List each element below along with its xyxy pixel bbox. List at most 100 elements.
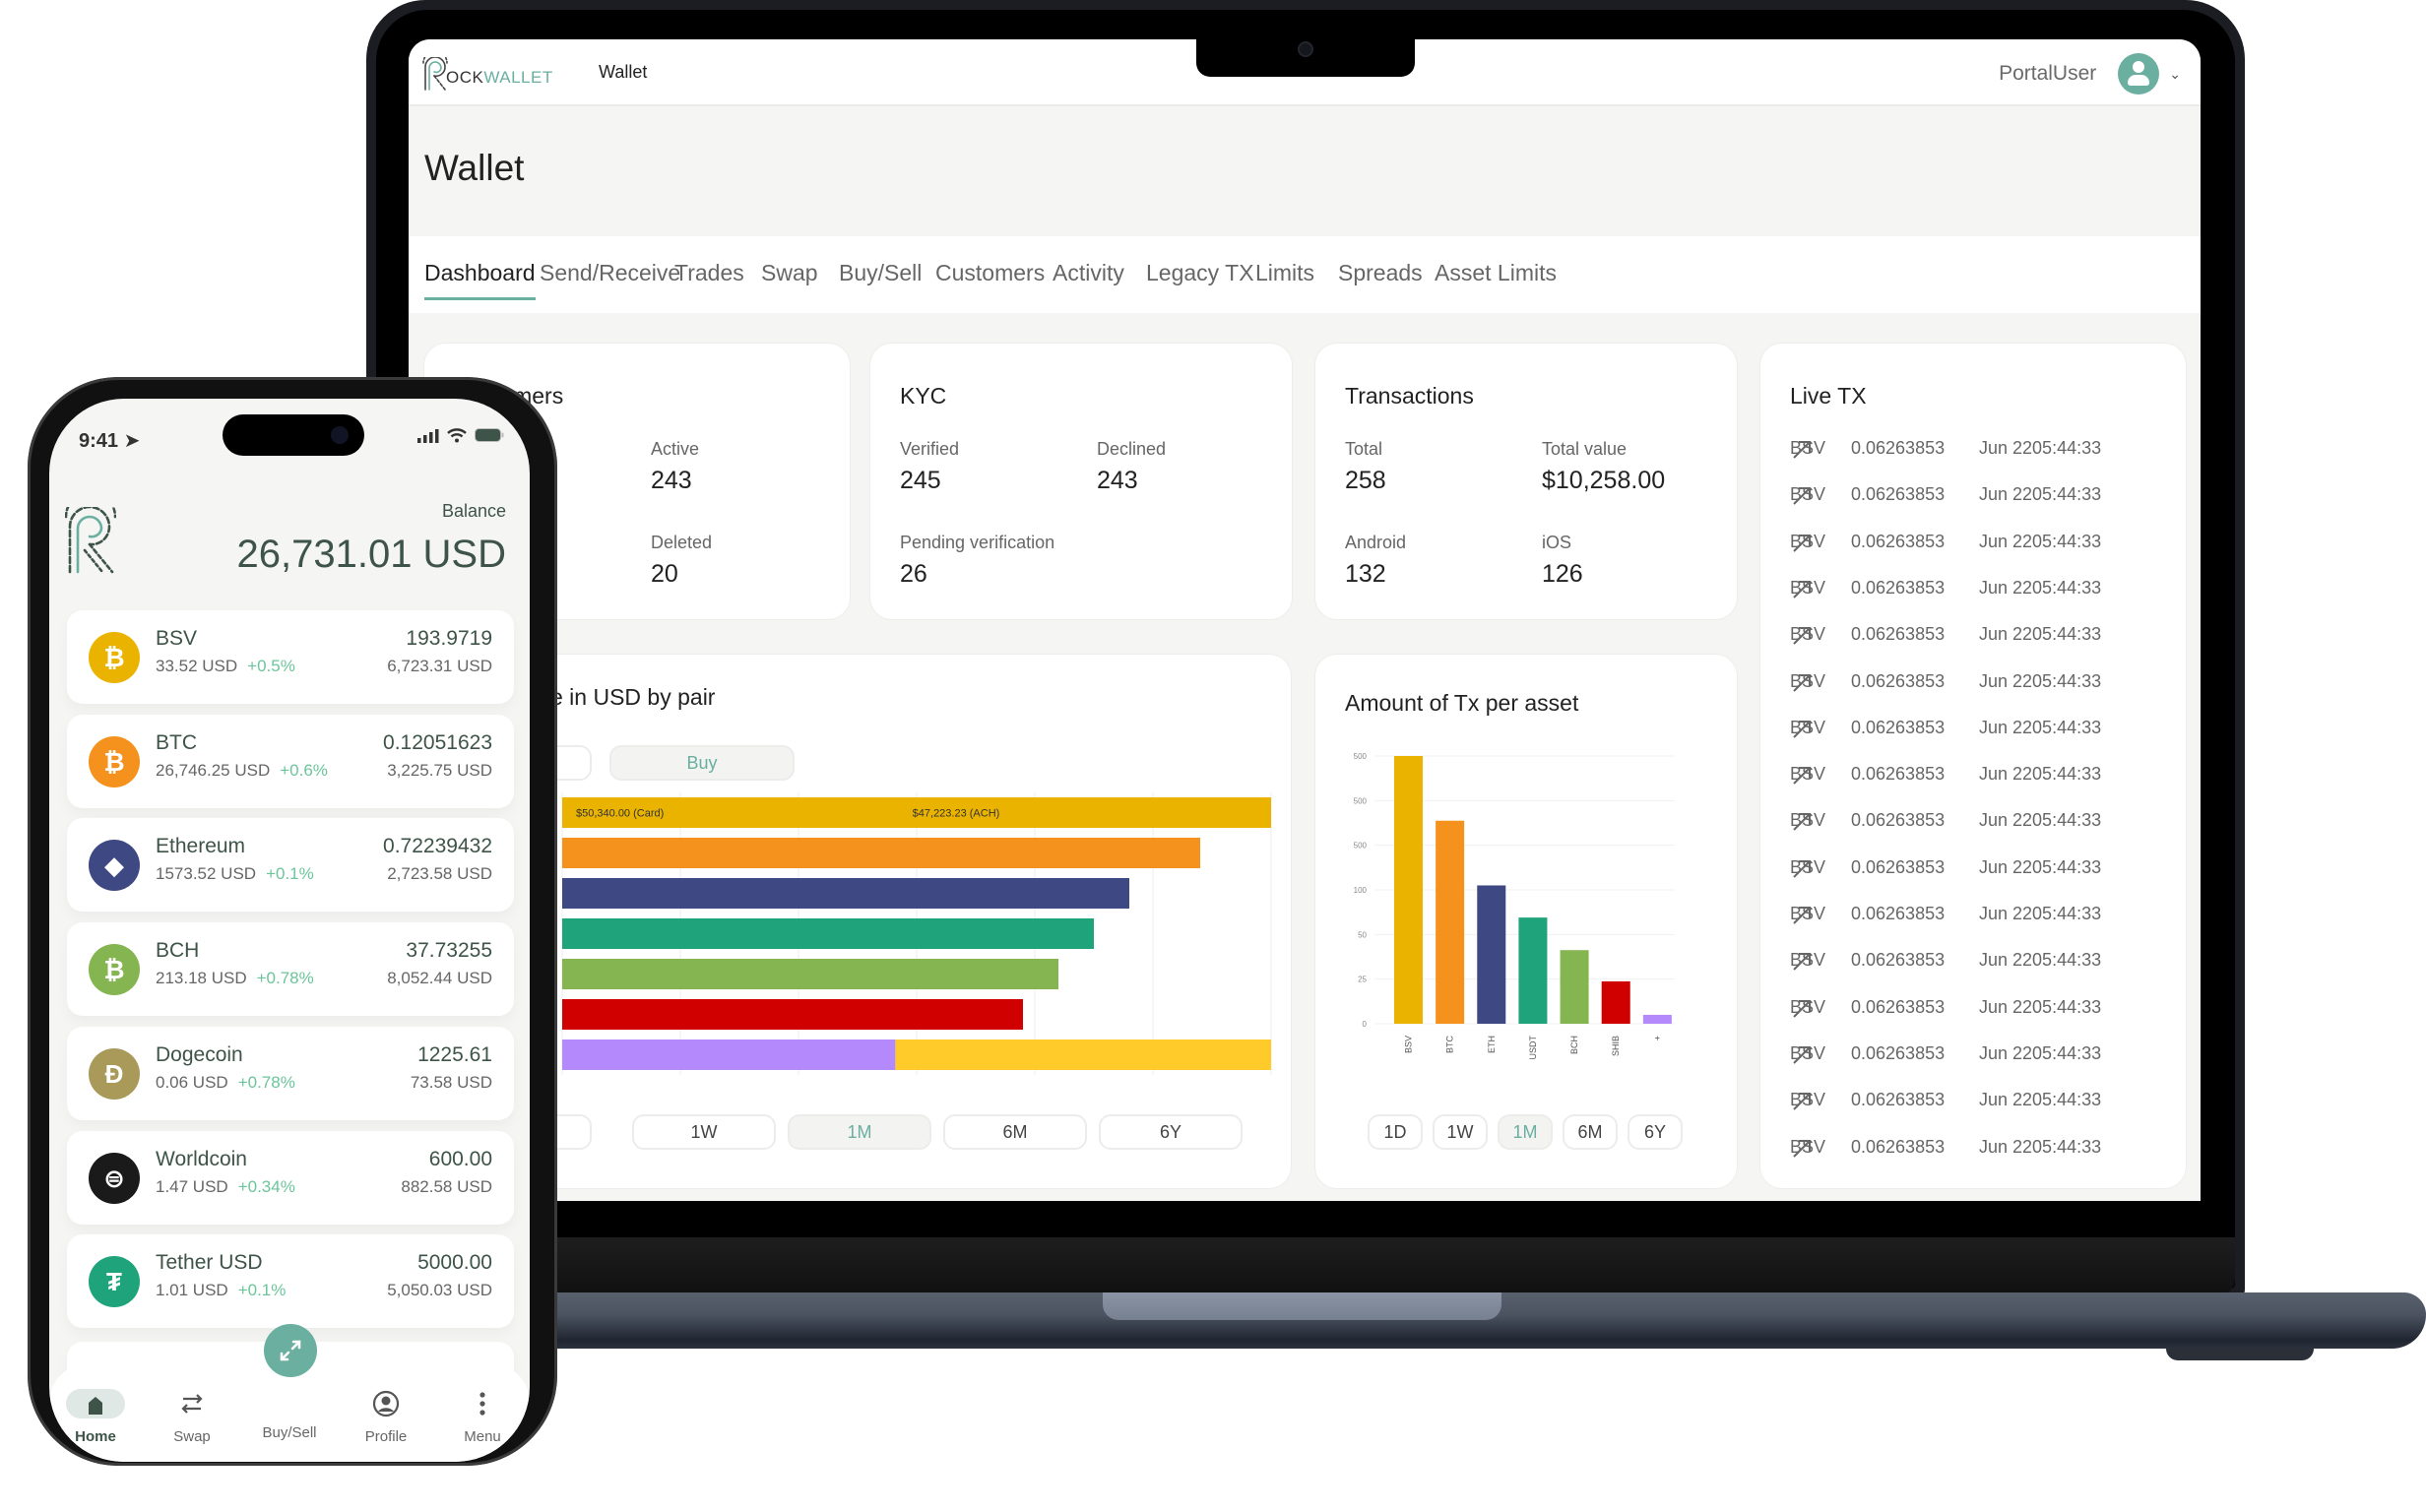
tab-dashboard[interactable]: Dashboard [424, 260, 536, 300]
live-tx-row[interactable]: BSV 0.06263853 Jun 2205:44:33 [1790, 997, 2184, 1027]
kyc-declined-value: 243 [1097, 467, 1138, 494]
toggle-buy-button[interactable]: Buy [609, 745, 795, 781]
live-tx-row[interactable]: BSV 0.06263853 Jun 2205:44:33 [1790, 764, 2184, 793]
nav-buy-sell[interactable]: Buy/Sell [245, 1389, 334, 1441]
tab-send-receive[interactable]: Send/Receive [540, 260, 680, 286]
rockwallet-logo[interactable]: OCKWALLET [422, 57, 553, 91]
nav-menu[interactable]: Menu [438, 1389, 527, 1445]
bar-other[interactable] [1642, 1014, 1672, 1024]
pair-period-6m-button[interactable]: 6M [943, 1114, 1087, 1150]
asset-card-tether-usd[interactable]: ₮ Tether USD 1.01 USD +0.1% 5000.00 5,050.03 … [67, 1234, 514, 1329]
bar-primary[interactable] [562, 838, 1200, 868]
x-tick-label: ETH [1487, 1036, 1497, 1053]
asset-period-6m-button[interactable]: 6M [1563, 1114, 1618, 1150]
bar-primary[interactable] [562, 878, 1129, 909]
bar-primary[interactable] [562, 959, 1058, 989]
header-section-title: Wallet [599, 62, 648, 82]
asset-period-1m-button[interactable]: 1M [1498, 1114, 1553, 1150]
live-tx-amount: 0.06263853 [1851, 438, 1946, 458]
asset-period-1d-button[interactable]: 1D [1368, 1114, 1423, 1150]
tab-legacy-tx[interactable]: Legacy TX [1146, 260, 1254, 286]
pair-period-1m-button[interactable]: 1M [788, 1114, 931, 1150]
y-tick-label: 500 [1354, 796, 1368, 805]
asset-price: 0.06 USD +0.78% [156, 1073, 295, 1093]
live-tx-amount: 0.06263853 [1851, 1090, 1946, 1110]
buy-sell-fab[interactable] [264, 1324, 317, 1377]
bar-eth[interactable] [1477, 885, 1506, 1024]
tab-limits[interactable]: Limits [1255, 260, 1314, 286]
nav-home-label: Home [75, 1428, 116, 1445]
live-tx-row[interactable]: BSV 0.06263853 Jun 2205:44:33 [1790, 1137, 2184, 1166]
live-tx-row[interactable]: BSV 0.06263853 Jun 2205:44:33 [1790, 904, 2184, 933]
live-tx-datetime: Jun 2205:44:33 [1979, 484, 2102, 505]
bar-usdt[interactable] [1518, 917, 1548, 1024]
asset-price: 1573.52 USD +0.1% [156, 864, 314, 884]
bar-primary[interactable] [562, 999, 1023, 1030]
asset-unit-price: 33.52 USD [156, 657, 238, 675]
live-tx-datetime: Jun 2205:44:33 [1979, 950, 2102, 971]
asset-card-bch[interactable]: ₿ BCH 213.18 USD +0.78% 37.73255 8,052.44 USD [67, 922, 514, 1017]
bar-primary[interactable] [562, 1040, 896, 1070]
live-tx-row[interactable]: BSV 0.06263853 Jun 2205:44:33 [1790, 438, 2184, 468]
bar-secondary[interactable] [895, 1040, 1271, 1070]
x-tick-label: BTC [1445, 1035, 1455, 1053]
live-tx-row[interactable]: BSV 0.06263853 Jun 2205:44:33 [1790, 578, 2184, 607]
tab-buy-sell[interactable]: Buy/Sell [839, 260, 922, 286]
tab-swap[interactable]: Swap [761, 260, 818, 286]
bar-shib[interactable] [1601, 980, 1630, 1024]
asset-card-bsv[interactable]: ₿ BSV 33.52 USD +0.5% 193.9719 6,723.31 USD [67, 610, 514, 704]
y-tick-label: 100 [1354, 886, 1368, 895]
asset-period-1w-button[interactable]: 1W [1433, 1114, 1488, 1150]
chevron-down-icon[interactable]: ⌄ [2169, 66, 2181, 83]
asset-card-worldcoin[interactable]: ⊜ Worldcoin 1.47 USD +0.34% 600.00 882.58 USD [67, 1130, 514, 1225]
live-tx-amount: 0.06263853 [1851, 717, 1946, 737]
bar-primary[interactable] [562, 918, 1094, 949]
nav-swap[interactable]: Swap [148, 1389, 236, 1445]
live-tx-datetime: Jun 2205:44:33 [1979, 531, 2102, 551]
live-tx-row[interactable]: BSV 0.06263853 Jun 2205:44:33 [1790, 1090, 2184, 1119]
asset-period-6y-button[interactable]: 6Y [1628, 1114, 1683, 1150]
live-tx-row[interactable]: BSV 0.06263853 Jun 2205:44:33 [1790, 718, 2184, 747]
tab-trades[interactable]: Trades [674, 260, 744, 286]
asset-card-ethereum[interactable]: ◆ Ethereum 1573.52 USD +0.1% 0.72239432 2,723… [67, 818, 514, 913]
asset-name: Dogecoin [156, 1042, 243, 1066]
avatar-icon[interactable] [2118, 53, 2160, 94]
bar-bch[interactable] [1560, 950, 1589, 1024]
transactions-total-value-label: Total value [1542, 439, 1628, 459]
dogecoin-icon: Ð [89, 1047, 140, 1100]
live-tx-row[interactable]: BSV 0.06263853 Jun 2205:44:33 [1790, 1043, 2184, 1073]
x-tick-label: USDT [1528, 1035, 1538, 1059]
live-tx-amount: 0.06263853 [1851, 1136, 1946, 1157]
bar-btc[interactable] [1436, 820, 1465, 1024]
pair-period-1w-button[interactable]: 1W [632, 1114, 776, 1150]
x-tick-label: SHIB [1611, 1036, 1621, 1056]
bar-bsv[interactable] [1394, 756, 1423, 1024]
live-tx-row[interactable]: BSV 0.06263853 Jun 2205:44:33 [1790, 624, 2184, 654]
live-tx-datetime: Jun 2205:44:33 [1979, 1090, 2102, 1110]
live-tx-row[interactable]: BSV 0.06263853 Jun 2205:44:33 [1790, 810, 2184, 840]
user-menu[interactable]: PortalUser ⌄ [1999, 53, 2181, 94]
live-tx-row[interactable]: BSV 0.06263853 Jun 2205:44:33 [1790, 671, 2184, 701]
ethereum-icon: ◆ [89, 840, 140, 892]
live-tx-row[interactable]: BSV 0.06263853 Jun 2205:44:33 [1790, 857, 2184, 887]
asset-unit-price: 213.18 USD [156, 969, 247, 988]
kyc-title: KYC [900, 383, 947, 409]
tab-asset-limits[interactable]: Asset Limits [1435, 260, 1557, 286]
live-tx-row[interactable]: BSV 0.06263853 Jun 2205:44:33 [1790, 950, 2184, 979]
asset-card-dogecoin[interactable]: Ð Dogecoin 0.06 USD +0.78% 1225.61 73.58 USD [67, 1026, 514, 1120]
asset-card-btc[interactable]: ₿ BTC 26,746.25 USD +0.6% 0.12051623 3,225.75… [67, 714, 514, 808]
asset-change: +0.78% [237, 1072, 295, 1092]
tab-customers[interactable]: Customers [935, 260, 1045, 286]
pair-period-6y-button[interactable]: 6Y [1099, 1114, 1243, 1150]
asset-amount: 0.12051623 [383, 730, 492, 754]
nav-profile[interactable]: Profile [342, 1389, 430, 1445]
tab-spreads[interactable]: Spreads [1338, 260, 1423, 286]
live-tx-row[interactable]: BSV 0.06263853 Jun 2205:44:33 [1790, 484, 2184, 514]
nav-home[interactable]: Home [51, 1389, 140, 1445]
asset-amount: 193.9719 [406, 627, 492, 650]
live-tx-datetime: Jun 2205:44:33 [1979, 717, 2102, 737]
asset-name: BCH [156, 939, 200, 963]
live-tx-datetime: Jun 2205:44:33 [1979, 438, 2102, 458]
tab-activity[interactable]: Activity [1053, 260, 1124, 286]
live-tx-row[interactable]: BSV 0.06263853 Jun 2205:44:33 [1790, 532, 2184, 561]
